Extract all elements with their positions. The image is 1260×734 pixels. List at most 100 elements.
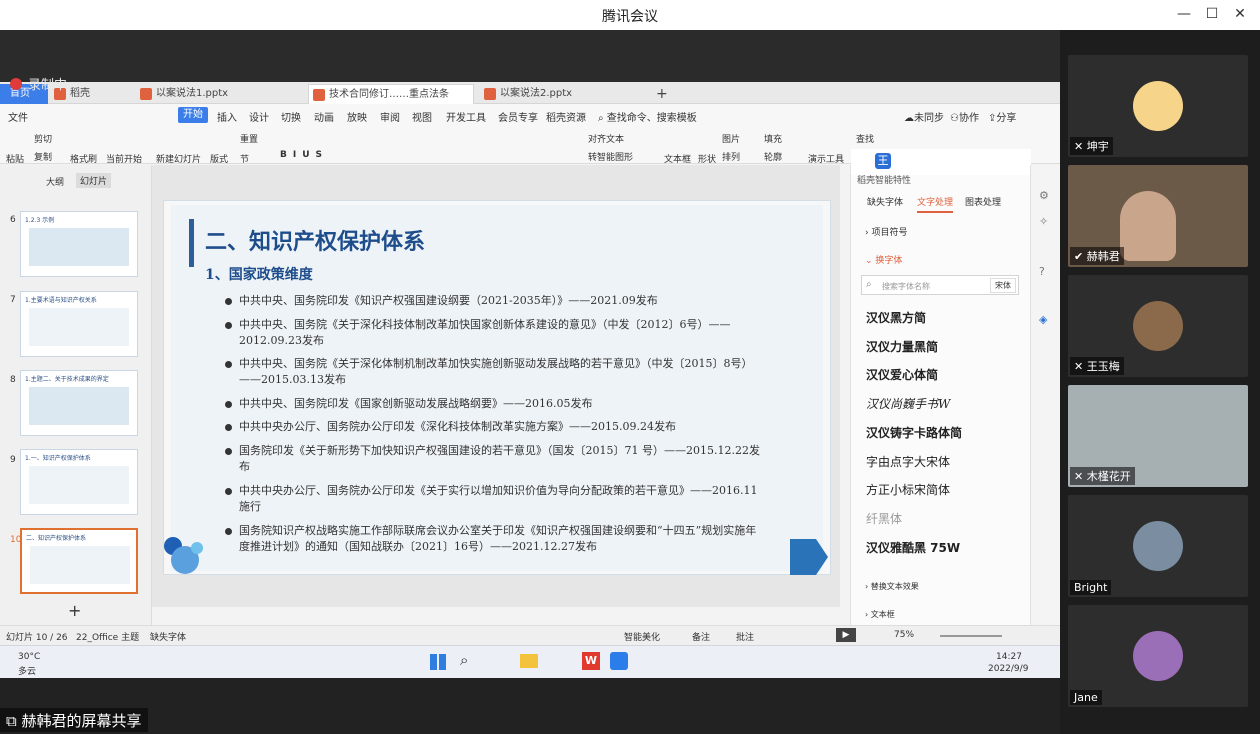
panel-tab-chart[interactable]: 图表处理 (965, 195, 1001, 208)
layout-button[interactable]: 版式 (210, 152, 228, 165)
wps-app-icon[interactable]: W (582, 652, 600, 670)
section-change-font[interactable]: ⌄ 换字体 (865, 253, 902, 266)
ime-logo-icon[interactable]: 王 (875, 153, 891, 169)
menu-view[interactable]: 视图 (412, 109, 432, 124)
start-from-current-button[interactable]: 当前开始 (106, 152, 142, 165)
file-explorer-icon[interactable] (520, 654, 538, 668)
participant-tile[interactable]: Bright (1068, 495, 1248, 597)
play-icon[interactable]: ▶ (836, 628, 856, 642)
tab-file-1[interactable]: 以案说法1.pptx (136, 84, 296, 104)
slide-bullet[interactable]: 中共中央、国务院《关于深化体制机制改革加快实施创新驱动发展战略的若干意见》（中发… (225, 356, 765, 388)
font-option[interactable]: 字由点字大宋体 (866, 453, 950, 470)
missing-font-status[interactable]: 缺失字体 (150, 630, 186, 643)
zoom-level[interactable]: 75% (894, 630, 914, 640)
slide-bullet[interactable]: 中共中央办公厅、国务院办公厅印发《关于实行以增加知识价值为导向分配政策的若干意见… (225, 483, 765, 515)
minimize-button[interactable]: — (1172, 4, 1196, 24)
participant-tile[interactable]: ✕ 坤宇 (1068, 55, 1248, 157)
settings-icon[interactable]: ⚙ (1039, 189, 1049, 202)
textbox-button[interactable]: 文本框 (664, 152, 691, 165)
add-slide-button[interactable]: + (68, 601, 81, 620)
font-option[interactable]: 汉仪尚巍手书W (866, 395, 950, 412)
pin-icon[interactable]: ✧ (1039, 215, 1048, 228)
font-option[interactable]: 汉仪黑方简 (866, 309, 926, 326)
zoom-slider[interactable] (940, 635, 1002, 637)
tab-file-active[interactable]: 技术合同修订……重点法条 (308, 84, 474, 104)
font-option[interactable]: 汉仪爱心体简 (866, 366, 938, 383)
weather-temp[interactable]: 30°C (18, 652, 40, 662)
beautify-button[interactable]: 智能美化 (624, 630, 660, 643)
slide-subtitle[interactable]: 1、国家政策维度 (205, 264, 313, 284)
font-apply-button[interactable]: 宋体 (990, 278, 1016, 293)
format-painter-button[interactable]: 格式刷 (70, 152, 97, 165)
picture-button[interactable]: 图片 (722, 132, 740, 145)
menu-docer[interactable]: 稻壳资源 (546, 109, 586, 124)
comment-button[interactable]: 批注 (736, 630, 754, 643)
slide-bullet[interactable]: 中共中央、国务院印发《国家创新驱动发展战略纲要》——2016.05发布 (225, 396, 765, 412)
new-slide-button[interactable]: 新建幻灯片 (156, 152, 201, 165)
slide-thumbnail[interactable]: 1.主题二、关于技术成果的界定 (20, 370, 138, 436)
section-button[interactable]: 节 (240, 152, 249, 165)
shape-button[interactable]: 形状 (698, 152, 716, 165)
font-option[interactable]: 纤黑体 (866, 510, 902, 527)
participant-tile[interactable]: Jane (1068, 605, 1248, 707)
collab-button[interactable]: ⚇协作 (950, 109, 979, 124)
arrange-button[interactable]: 排列 (722, 150, 740, 163)
slide-bullet[interactable]: 国务院印发《关于新形势下加快知识产权强国建设的若干意见》（国发〔2015〕71 … (225, 443, 765, 475)
slides-tab[interactable]: 幻灯片 (76, 173, 112, 188)
menu-transition[interactable]: 切换 (281, 109, 301, 124)
windows-start-icon[interactable] (430, 654, 446, 670)
slide-thumbnail[interactable]: 1.2.3 示例 (20, 211, 138, 277)
find-button[interactable]: 查找 (856, 132, 874, 145)
new-tab-button[interactable]: + (652, 84, 672, 104)
font-option[interactable]: 汉仪铸字卡路体简 (866, 424, 962, 441)
share-button[interactable]: ⇪分享 (988, 109, 1016, 124)
command-search[interactable]: ⌕ 查找命令、搜索模板 (598, 109, 697, 124)
fill-button[interactable]: 填充 (764, 132, 782, 145)
panel-tab-text[interactable]: 文字处理 (917, 195, 954, 213)
menu-insert[interactable]: 插入 (217, 109, 237, 124)
section-textbox[interactable]: › 文本框 (865, 609, 895, 620)
clock-time[interactable]: 14:27 (996, 652, 1022, 662)
smartart-button[interactable]: 转智能图形 (588, 150, 633, 163)
menu-member[interactable]: 会员专享 (498, 109, 538, 124)
close-button[interactable]: ✕ (1228, 4, 1252, 24)
font-option[interactable]: 汉仪雅酷黑 75W (866, 539, 960, 556)
outline-button[interactable]: 轮廓 (764, 150, 782, 163)
tencent-meeting-icon[interactable] (610, 652, 628, 670)
search-icon[interactable]: ⌕ (460, 651, 468, 669)
slide-thumbnail-active[interactable]: 二、知识产权保护体系 (20, 528, 138, 594)
tab-file-2[interactable]: 以案说法2.pptx (480, 84, 640, 104)
participant-tile[interactable]: ✕ 木槿花开 (1068, 385, 1248, 487)
outline-tab[interactable]: 大纲 (46, 175, 64, 188)
slide-bullet[interactable]: 中共中央、国务院印发《知识产权强国建设纲要（2021-2035年）》——2021… (225, 293, 765, 309)
menu-review[interactable]: 审阅 (380, 109, 400, 124)
font-style-buttons[interactable]: BIUS (280, 150, 328, 160)
section-text-effect[interactable]: › 替换文本效果 (865, 581, 919, 592)
presentation-tools-button[interactable]: 演示工具 (808, 152, 844, 165)
menu-animation[interactable]: 动画 (314, 109, 334, 124)
notes-button[interactable]: 备注 (692, 630, 710, 643)
align-text-button[interactable]: 对齐文本 (588, 132, 624, 145)
menu-start[interactable]: 开始 (178, 107, 208, 123)
font-option[interactable]: 方正小标宋简体 (866, 481, 950, 498)
font-option[interactable]: 汉仪力量黑简 (866, 338, 938, 355)
panel-tab-missing-font[interactable]: 缺失字体 (867, 195, 903, 208)
menu-devtools[interactable]: 开发工具 (446, 109, 486, 124)
sync-status[interactable]: ☁未同步 (904, 109, 944, 124)
reset-button[interactable]: 重置 (240, 132, 258, 145)
paste-button[interactable]: 粘贴 (6, 152, 24, 165)
participant-tile[interactable]: ✕ 王玉梅 (1068, 275, 1248, 377)
menu-file[interactable]: 文件 (8, 109, 28, 124)
slide-thumbnail[interactable]: 1.主要术语与知识产权关系 (20, 291, 138, 357)
help-icon[interactable]: ? (1039, 265, 1045, 278)
copy-button[interactable]: 复制 (34, 150, 52, 163)
tool-active-icon[interactable]: ◈ (1039, 313, 1047, 326)
slide-bullet[interactable]: 中共中央办公厅、国务院办公厅印发《深化科技体制改革实施方案》——2015.09.… (225, 419, 765, 435)
slide-bullet[interactable]: 中共中央、国务院《关于深化科技体制改革加快国家创新体系建设的意见》（中发〔201… (225, 317, 765, 349)
font-search-input[interactable]: 搜索字体名称 (882, 281, 930, 292)
cut-button[interactable]: 剪切 (34, 132, 52, 145)
menu-design[interactable]: 设计 (249, 109, 269, 124)
font-search-box[interactable]: ⌕ 搜索字体名称 宋体 (861, 275, 1019, 295)
menu-slideshow[interactable]: 放映 (347, 109, 367, 124)
section-bullets[interactable]: › 项目符号 (865, 225, 907, 238)
